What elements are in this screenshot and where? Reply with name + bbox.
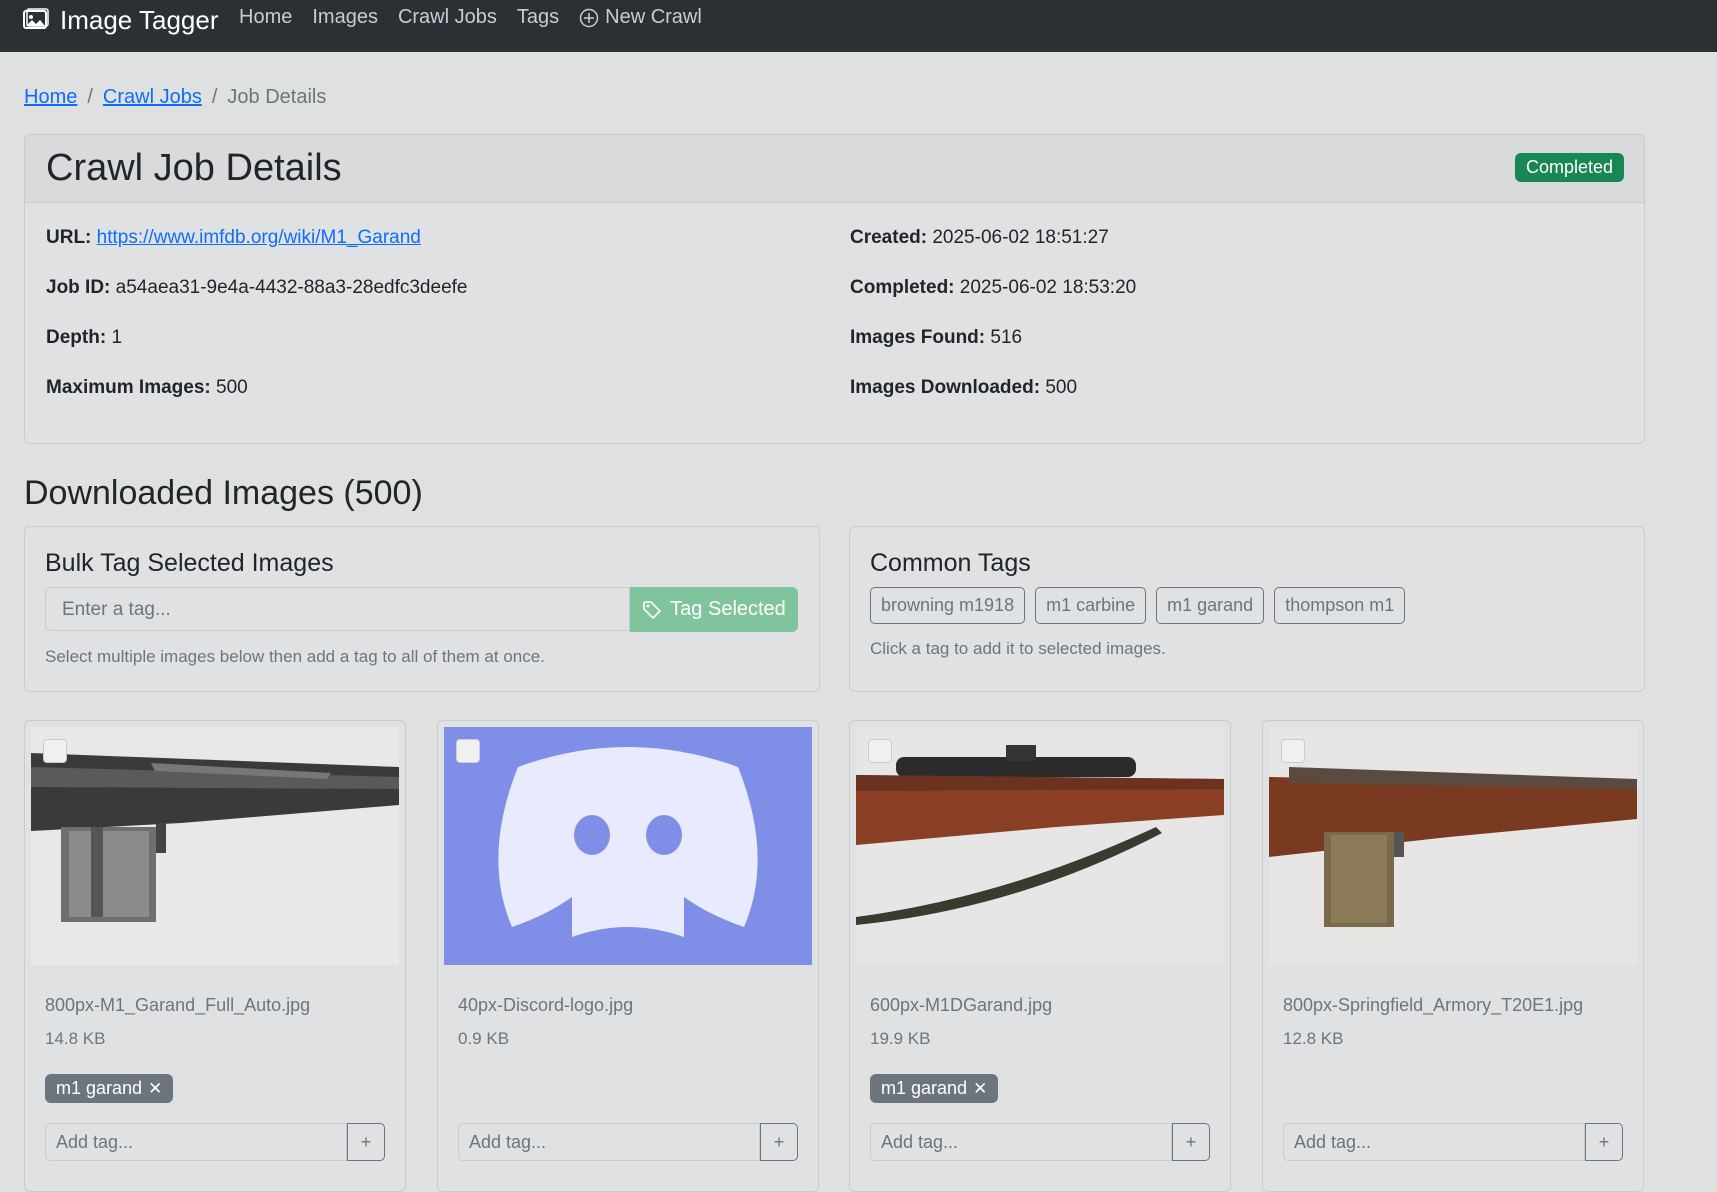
image-thumbnail[interactable]: [444, 727, 812, 965]
image-filename: 800px-M1_Garand_Full_Auto.jpg: [45, 995, 311, 1015]
remove-tag-icon[interactable]: ✕: [148, 1079, 162, 1099]
image-size: 14.8 KB: [45, 1029, 106, 1048]
discord-logo-icon: [444, 727, 812, 965]
bulk-tag-input[interactable]: Enter a tag...: [45, 587, 630, 631]
breadcrumb-home[interactable]: Home: [24, 86, 77, 109]
tag-icon: [643, 600, 662, 619]
common-tag-m1-carbine[interactable]: m1 carbine: [1035, 587, 1147, 624]
brand-label: Image Tagger: [60, 4, 219, 35]
url-link[interactable]: https://www.imfdb.org/wiki/M1_Garand: [97, 227, 421, 248]
rifle-photo-icon: [1269, 727, 1637, 965]
images-found-label: Images Found:: [850, 327, 986, 348]
bulk-tag-card: Bulk Tag Selected Images Enter a tag... …: [24, 526, 820, 692]
add-tag-input[interactable]: Add tag...: [1283, 1123, 1585, 1161]
common-tag-m1-garand[interactable]: m1 garand: [1156, 587, 1265, 624]
image-card: 800px-Springfield_Armory_T20E1.jpg 12.8 …: [1262, 720, 1644, 1192]
image-size: 0.9 KB: [458, 1029, 510, 1048]
nav-new-crawl-label: New Crawl: [605, 6, 702, 28]
common-tags-card: Common Tags browning m1918 m1 carbine m1…: [849, 526, 1645, 692]
image-icon: [23, 8, 49, 29]
add-tag-button[interactable]: +: [1172, 1123, 1210, 1161]
images-found-field: Images Found: 516: [850, 327, 1022, 349]
breadcrumb-separator: /: [87, 86, 93, 108]
breadcrumb: Home / Crawl Jobs / Job Details: [24, 86, 326, 109]
common-tags-help: Click a tag to add it to selected images…: [870, 639, 1166, 658]
tag-selected-label: Tag Selected: [670, 598, 786, 620]
image-thumbnail[interactable]: [31, 727, 399, 965]
completed-label: Completed:: [850, 277, 955, 298]
status-badge: Completed: [1514, 153, 1624, 182]
nav-tags[interactable]: Tags: [517, 6, 559, 29]
created-field: Created: 2025-06-02 18:51:27: [850, 227, 1109, 249]
downloaded-images-title: Downloaded Images (500): [24, 474, 423, 512]
completed-field: Completed: 2025-06-02 18:53:20: [850, 277, 1136, 299]
url-field: URL: https://www.imfdb.org/wiki/M1_Garan…: [46, 227, 421, 249]
image-thumbnail[interactable]: [856, 727, 1224, 965]
common-tags-list: browning m1918 m1 carbine m1 garand thom…: [870, 587, 1406, 624]
select-checkbox[interactable]: [456, 739, 480, 763]
select-checkbox[interactable]: [1281, 739, 1305, 763]
nav-crawl-jobs[interactable]: Crawl Jobs: [398, 6, 497, 29]
nav-images[interactable]: Images: [312, 6, 378, 29]
images-downloaded-field: Images Downloaded: 500: [850, 377, 1077, 399]
select-checkbox[interactable]: [43, 739, 67, 763]
image-size: 19.9 KB: [870, 1029, 931, 1048]
add-tag-button[interactable]: +: [1585, 1123, 1623, 1161]
brand[interactable]: Image Tagger: [22, 4, 219, 36]
max-images-value: 500: [216, 377, 248, 398]
image-tag-label: m1 garand: [881, 1078, 968, 1098]
nav-new-crawl[interactable]: New Crawl: [579, 6, 702, 29]
page-title: Crawl Job Details: [46, 147, 342, 189]
bulk-tag-title: Bulk Tag Selected Images: [45, 549, 334, 577]
images-found-value: 516: [990, 327, 1023, 348]
image-tag-pill: m1 garand ✕: [870, 1074, 999, 1103]
common-tags-title: Common Tags: [870, 549, 1031, 577]
navbar: Image Tagger Home Images Crawl Jobs Tags…: [0, 0, 1717, 52]
breadcrumb-separator: /: [211, 86, 218, 108]
plus-circle-icon: [579, 8, 599, 27]
created-label: Created:: [850, 227, 928, 248]
images-downloaded-label: Images Downloaded:: [850, 377, 1041, 398]
image-card: 40px-Discord-logo.jpg 0.9 KB Add tag... …: [437, 720, 819, 1192]
breadcrumb-crawl-jobs[interactable]: Crawl Jobs: [103, 86, 202, 109]
image-thumbnail[interactable]: [1269, 727, 1637, 965]
nav-home[interactable]: Home: [239, 6, 292, 29]
scoped-rifle-photo-icon: [856, 727, 1224, 965]
image-size: 12.8 KB: [1283, 1029, 1344, 1048]
depth-label: Depth:: [46, 327, 107, 348]
completed-value: 2025-06-02 18:53:20: [959, 277, 1137, 298]
image-tag-label: m1 garand: [56, 1078, 143, 1098]
created-value: 2025-06-02 18:51:27: [932, 227, 1109, 248]
image-card: 800px-M1_Garand_Full_Auto.jpg 14.8 KB m1…: [24, 720, 406, 1192]
bulk-tag-help: Select multiple images below then add a …: [45, 647, 545, 666]
add-tag-input[interactable]: Add tag...: [870, 1123, 1172, 1161]
add-tag-input[interactable]: Add tag...: [458, 1123, 760, 1161]
depth-field: Depth: 1: [46, 327, 122, 349]
image-filename: 40px-Discord-logo.jpg: [458, 995, 634, 1015]
common-tag-thompson-m1[interactable]: thompson m1: [1274, 587, 1406, 624]
depth-value: 1: [111, 327, 123, 348]
image-filename: 600px-M1DGarand.jpg: [870, 995, 1053, 1015]
job-details-header: Crawl Job Details Completed: [25, 135, 1644, 203]
image-card: 600px-M1DGarand.jpg 19.9 KB m1 garand ✕ …: [849, 720, 1231, 1192]
breadcrumb-current: Job Details: [227, 86, 327, 108]
select-checkbox[interactable]: [868, 739, 892, 763]
add-tag-button[interactable]: +: [347, 1123, 385, 1161]
job-id-value: a54aea31-9e4a-4432-88a3-28edfc3deefe: [115, 277, 468, 298]
image-tag-pill: m1 garand ✕: [45, 1074, 174, 1103]
job-id-label: Job ID:: [46, 277, 111, 298]
tag-selected-button[interactable]: Tag Selected: [630, 587, 798, 632]
common-tag-browning-m1918[interactable]: browning m1918: [870, 587, 1026, 624]
rifle-photo-bw-icon: [31, 727, 399, 965]
remove-tag-icon[interactable]: ✕: [973, 1079, 987, 1099]
image-filename: 800px-Springfield_Armory_T20E1.jpg: [1283, 995, 1584, 1015]
max-images-label: Maximum Images:: [46, 377, 211, 398]
max-images-field: Maximum Images: 500: [46, 377, 248, 399]
job-id-field: Job ID: a54aea31-9e4a-4432-88a3-28edfc3d…: [46, 277, 467, 299]
job-details-card: Crawl Job Details Completed URL: https:/…: [24, 134, 1645, 444]
images-downloaded-value: 500: [1045, 377, 1078, 398]
url-label: URL:: [46, 227, 92, 248]
add-tag-button[interactable]: +: [760, 1123, 798, 1161]
add-tag-input[interactable]: Add tag...: [45, 1123, 347, 1161]
